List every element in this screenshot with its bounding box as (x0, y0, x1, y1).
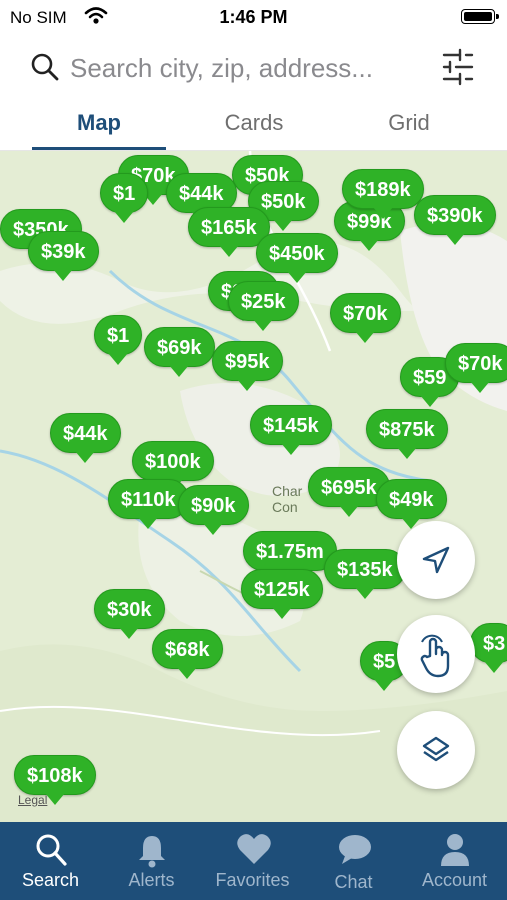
price-pin[interactable]: $70k (330, 293, 401, 343)
price-pin[interactable]: $3 (470, 623, 507, 673)
chat-bubble-icon (339, 835, 371, 864)
price-pin[interactable]: $70k (445, 343, 507, 393)
layers-icon (422, 736, 450, 762)
tab-grid[interactable]: Grid (339, 110, 479, 136)
tabbar-label: Account (421, 870, 488, 890)
price-pin[interactable]: $39k (28, 231, 99, 281)
heart-icon (237, 834, 271, 864)
tabbar-favorites[interactable]: Favorites (202, 822, 303, 900)
price-pin[interactable]: $30k (94, 589, 165, 639)
tabbar-account[interactable]: Account (404, 822, 505, 900)
clock: 1:46 PM (219, 7, 288, 27)
tabbar-label: Alerts (128, 870, 175, 890)
locate-button[interactable] (397, 521, 475, 599)
price-pin[interactable]: $110k (108, 479, 189, 529)
price-pin[interactable]: $390k (414, 195, 496, 245)
tab-map[interactable]: Map (29, 110, 169, 136)
price-pin[interactable]: $165k (188, 207, 270, 257)
tabbar-alerts[interactable]: Alerts (101, 822, 202, 900)
price-pin[interactable]: $875k (366, 409, 448, 459)
price-pin[interactable]: $1.75m (243, 531, 337, 581)
price-pin[interactable]: $125k (241, 569, 323, 619)
price-pin[interactable]: $145k (250, 405, 332, 455)
price-pin[interactable]: $69k (144, 327, 215, 377)
hand-draw-icon (420, 634, 450, 678)
price-pin[interactable]: $1 (100, 173, 149, 223)
location-arrow-icon (422, 546, 450, 574)
price-pin[interactable]: $108k (14, 755, 96, 805)
price-pin[interactable]: $25k (228, 281, 299, 331)
draw-search-button[interactable] (397, 615, 475, 693)
search-icon (31, 53, 59, 81)
bottom-tab-bar: Search Alerts Favorites Chat Account (0, 822, 507, 900)
map-view[interactable]: $70k $1 $50k $350k $44k $50k $99k $189k … (0, 151, 507, 822)
price-pin[interactable]: $189k (342, 169, 424, 219)
status-bar: No SIM 1:46 PM (0, 0, 507, 34)
price-pin[interactable]: $90k (178, 485, 249, 535)
price-pin[interactable]: $68k (152, 629, 223, 679)
tabbar-label: Search (21, 870, 80, 890)
tabbar-label: Chat (334, 872, 373, 892)
search-bar[interactable]: Search city, zip, address... (0, 36, 507, 98)
filter-icon[interactable] (440, 48, 476, 86)
map-place-label: Char Con (272, 483, 303, 515)
active-tab-indicator (32, 147, 166, 150)
search-icon (36, 834, 67, 866)
legal-link[interactable]: Legal (18, 793, 47, 807)
person-icon (441, 834, 469, 866)
battery-icon (461, 9, 499, 24)
tab-cards[interactable]: Cards (184, 110, 324, 136)
layers-button[interactable] (397, 711, 475, 789)
search-input[interactable]: Search city, zip, address... (70, 53, 373, 84)
view-tabs: Map Cards Grid (0, 100, 507, 151)
price-pin[interactable]: $1 (94, 315, 143, 365)
price-pin[interactable]: $49k (376, 479, 447, 529)
price-pin[interactable]: $450k (256, 233, 338, 283)
tabbar-search[interactable]: Search (0, 822, 101, 900)
price-pin[interactable]: $95k (212, 341, 283, 391)
tabbar-chat[interactable]: Chat (303, 822, 404, 900)
tabbar-label: Favorites (215, 870, 290, 890)
price-pin[interactable]: $44k (50, 413, 121, 463)
price-pin[interactable]: $100k (132, 441, 214, 491)
price-pin[interactable]: $135k (324, 549, 406, 599)
bell-icon (139, 836, 165, 868)
